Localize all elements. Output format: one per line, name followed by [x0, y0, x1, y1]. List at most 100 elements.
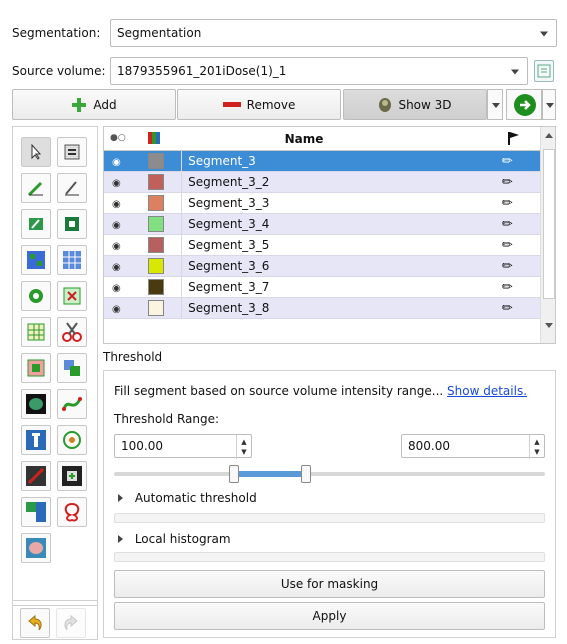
scroll-down-icon[interactable] — [545, 323, 553, 328]
scroll-up-icon[interactable] — [545, 133, 553, 138]
color-cell[interactable] — [148, 234, 182, 256]
segment-color-swatch[interactable] — [148, 300, 165, 316]
segment-color-swatch[interactable] — [148, 153, 165, 169]
segment-name[interactable]: Segment_3_5 — [181, 234, 498, 256]
eye-icon[interactable]: ◉ — [112, 283, 121, 294]
visibility-cell[interactable]: ◉ — [104, 276, 149, 298]
edit-cell[interactable]: ✏ — [497, 171, 540, 193]
segment-name[interactable]: Segment_3_3 — [181, 192, 498, 214]
edit-cell[interactable]: ✏ — [497, 255, 540, 277]
hollow-tool-icon[interactable] — [21, 281, 51, 311]
add-button[interactable]: Add — [12, 89, 176, 120]
pencil-icon[interactable]: ✏ — [502, 154, 513, 169]
eye-icon[interactable]: ◉ — [112, 241, 121, 252]
undo-icon[interactable] — [20, 608, 50, 638]
threshold-range-slider[interactable] — [114, 464, 545, 484]
pencil-icon[interactable]: ✏ — [502, 217, 513, 232]
color-cell[interactable] — [148, 297, 182, 319]
color-cell[interactable] — [148, 192, 182, 214]
edit-cell[interactable]: ✏ — [497, 213, 540, 235]
color-cell[interactable] — [148, 151, 182, 172]
erase-tool-icon[interactable] — [57, 173, 87, 203]
table-row[interactable]: ◉ Segment_3_5 ✏ — [104, 234, 540, 256]
curve-tool-icon[interactable] — [57, 389, 87, 419]
spin-arrows-icon[interactable]: ▲ ▼ — [236, 435, 251, 459]
slider-max-handle[interactable] — [301, 465, 311, 483]
table-row[interactable]: ◉ Segment_3_8 ✏ — [104, 297, 540, 319]
segment-name[interactable]: Segment_3_8 — [181, 297, 498, 319]
edit-cell[interactable]: ✏ — [497, 297, 540, 319]
use-for-masking-button[interactable]: Use for masking — [114, 570, 545, 598]
edit-cell[interactable]: ✏ — [497, 276, 540, 298]
margin-tool-icon[interactable] — [57, 245, 87, 275]
automatic-threshold-toggle[interactable]: Automatic threshold — [118, 491, 257, 505]
pencil-icon[interactable]: ✏ — [502, 175, 513, 190]
next-dropdown[interactable] — [542, 89, 556, 120]
grow-from-seeds-icon[interactable] — [57, 209, 87, 239]
mask-volume-icon[interactable] — [21, 353, 51, 383]
segment-color-swatch[interactable] — [148, 195, 165, 211]
segment-name[interactable]: Segment_3_4 — [181, 213, 498, 235]
visibility-cell[interactable]: ◉ — [104, 213, 149, 235]
segment-color-swatch[interactable] — [148, 216, 165, 232]
visibility-cell[interactable]: ◉ — [104, 171, 149, 193]
segment-name[interactable]: Segment_3_7 — [181, 276, 498, 298]
visibility-cell[interactable]: ◉ — [104, 234, 149, 256]
table-row[interactable]: ◉ Segment_3_4 ✏ — [104, 213, 540, 235]
brain-segment-icon[interactable] — [21, 389, 51, 419]
pencil-icon[interactable]: ✏ — [502, 280, 513, 295]
segment-name[interactable]: Segment_3_6 — [181, 255, 498, 277]
segment-editor-extra-icon[interactable] — [57, 461, 87, 491]
smoothing-tool-icon[interactable] — [57, 281, 87, 311]
table-row[interactable]: ◉ Segment_3 ✏ — [104, 151, 540, 172]
table-row[interactable]: ◉ Segment_3_6 ✏ — [104, 255, 540, 277]
threshold-min-input[interactable]: 100.00 ▲ ▼ — [114, 434, 252, 459]
table-row[interactable]: ◉ Segment_3_3 ✏ — [104, 192, 540, 214]
surface-cut-icon[interactable] — [21, 461, 51, 491]
edit-cell[interactable]: ✏ — [497, 192, 540, 214]
pencil-icon[interactable]: ✏ — [502, 301, 513, 316]
table-scrollbar[interactable] — [540, 127, 555, 343]
table-row[interactable]: ◉ Segment_3_2 ✏ — [104, 171, 540, 193]
color-cell[interactable] — [148, 255, 182, 277]
color-cell[interactable] — [148, 213, 182, 235]
show-details-link[interactable]: Show details. — [447, 384, 527, 398]
fill-between-slices-icon[interactable] — [21, 245, 51, 275]
segment-color-swatch[interactable] — [148, 279, 165, 295]
draw-tool-icon[interactable] — [21, 173, 51, 203]
show-3d-button[interactable]: Show 3D — [343, 89, 487, 120]
show-3d-dropdown[interactable] — [487, 89, 503, 120]
color-cell[interactable] — [148, 171, 182, 193]
segment-color-swatch[interactable] — [148, 258, 165, 274]
eye-icon[interactable]: ◉ — [112, 178, 121, 189]
eye-icon[interactable]: ◉ — [112, 220, 121, 231]
level-tracing-icon[interactable] — [21, 209, 51, 239]
table-row[interactable]: ◉ Segment_3_7 ✏ — [104, 276, 540, 298]
pencil-icon[interactable]: ✏ — [502, 196, 513, 211]
wrap-solidify-icon[interactable] — [57, 497, 87, 527]
visibility-cell[interactable]: ◉ — [104, 192, 149, 214]
color-cell[interactable] — [148, 276, 182, 298]
slider-min-handle[interactable] — [229, 465, 239, 483]
pencil-icon[interactable]: ✏ — [502, 259, 513, 274]
spin-arrows-icon[interactable]: ▲ ▼ — [529, 435, 544, 459]
scissors-tool-icon[interactable] — [57, 317, 87, 347]
next-button[interactable] — [506, 89, 542, 120]
visibility-cell[interactable]: ◉ — [104, 255, 149, 277]
redo-icon[interactable] — [56, 608, 86, 638]
volume-info-icon[interactable] — [534, 60, 554, 82]
segmentation-select[interactable]: Segmentation — [110, 19, 557, 47]
apply-button[interactable]: Apply — [114, 602, 545, 630]
brain-volume-icon[interactable] — [21, 533, 51, 563]
flag-column-icon[interactable] — [506, 130, 520, 149]
eye-icon[interactable]: ◉ — [112, 157, 121, 168]
split-volume-icon[interactable] — [21, 497, 51, 527]
threshold-max-input[interactable]: 800.00 ▲ ▼ — [401, 434, 545, 459]
segment-color-swatch[interactable] — [148, 237, 165, 253]
pencil-icon[interactable]: ✏ — [502, 238, 513, 253]
eye-icon[interactable]: ◉ — [112, 262, 121, 273]
remove-button[interactable]: Remove — [177, 89, 341, 120]
eye-icon[interactable]: ◉ — [112, 304, 121, 315]
local-histogram-toggle[interactable]: Local histogram — [118, 532, 231, 546]
threshold-tool-icon[interactable] — [21, 425, 51, 455]
